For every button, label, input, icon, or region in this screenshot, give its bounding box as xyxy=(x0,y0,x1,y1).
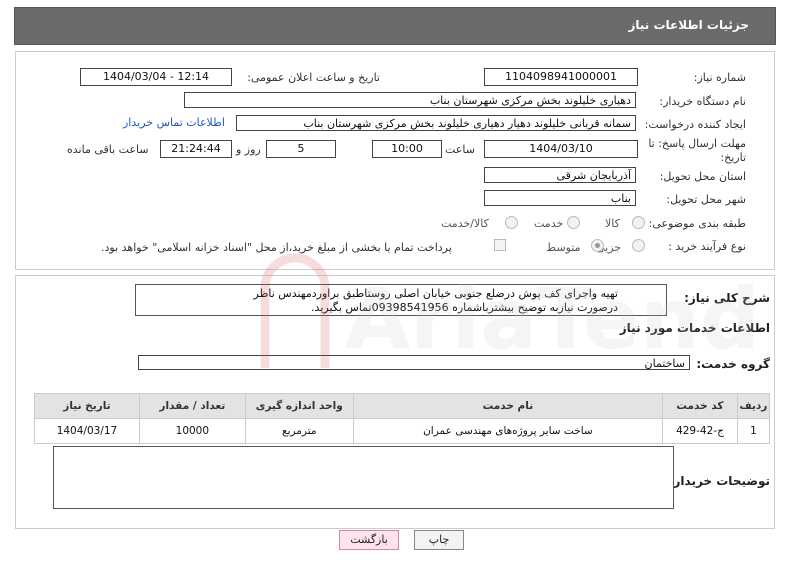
col-need-date: تاریخ نیاز xyxy=(34,393,140,419)
cell-unit: مترمربع xyxy=(244,418,354,444)
cell-service-name: ساخت سایر پروژه‌های مهندسی عمران xyxy=(352,418,664,444)
purchase-minor-radio[interactable] xyxy=(632,239,645,252)
service-group-label: گروه خدمت: xyxy=(696,357,770,371)
creator-label: ایجاد کننده درخواست: xyxy=(644,118,746,131)
col-quantity: تعداد / مقدار xyxy=(138,393,246,419)
services-table: ردیف کد خدمت نام خدمت واحد اندازه گیری ت… xyxy=(34,393,771,444)
announce-label: تاریخ و ساعت اعلان عمومی: xyxy=(247,71,380,84)
category-goods-label: کالا xyxy=(605,217,620,230)
table-header-row: ردیف کد خدمت نام خدمت واحد اندازه گیری ت… xyxy=(34,393,771,419)
cell-need-date: 1404/03/17 xyxy=(34,418,140,444)
buyer-contact-link[interactable]: اطلاعات تماس خریدار xyxy=(123,116,225,129)
category-service-label: خدمت xyxy=(534,217,564,230)
creator-field[interactable]: سمانه قربانی خلیلوند دهیار دهیاری خلیلون… xyxy=(236,115,636,131)
table-row: 1 ج-42-429 ساخت سایر پروژه‌های مهندسی عم… xyxy=(34,418,771,444)
cell-service-code: ج-42-429 xyxy=(662,418,738,444)
province-field[interactable]: آذربایجان شرقی xyxy=(484,167,636,183)
summary-label: شرح کلی نیاز: xyxy=(684,291,770,305)
deadline-time-label: ساعت xyxy=(445,143,475,156)
summary-textarea[interactable]: تهیه واجرای کف پوش درضلع جنوبی خیابان اص… xyxy=(135,284,667,316)
category-label: طبقه بندی موضوعی: xyxy=(648,217,746,230)
summary-line-1: تهیه واجرای کف پوش درضلع جنوبی خیابان اص… xyxy=(253,287,618,300)
back-button[interactable]: بازگشت xyxy=(339,530,399,550)
col-service-name: نام خدمت xyxy=(352,393,664,419)
deadline-days-field[interactable]: 5 xyxy=(266,140,336,158)
summary-line-2: درصورت نیازبه توضیح بیشترباشماره 0939854… xyxy=(311,301,618,314)
print-button[interactable]: چاپ xyxy=(414,530,464,550)
service-group-field[interactable]: ساختمان xyxy=(138,355,690,370)
treasury-payment-checkbox[interactable] xyxy=(494,239,506,251)
buyer-notes-textarea[interactable] xyxy=(53,446,674,509)
remaining-time-field[interactable]: 21:24:44 xyxy=(160,140,232,158)
col-unit: واحد اندازه گیری xyxy=(244,393,354,419)
city-label: شهر محل تحویل: xyxy=(666,193,746,206)
page-header: جزئیات اطلاعات نیاز xyxy=(14,7,776,45)
col-row-number: ردیف xyxy=(736,393,771,419)
buyer-notes-label: توضیحات خریدار: xyxy=(668,474,770,488)
purchase-medium-label: متوسط xyxy=(546,241,581,254)
buyer-org-label: نام دستگاه خریدار: xyxy=(659,95,746,108)
treasury-payment-note: پرداخت تمام یا بخشی از مبلغ خرید،از محل … xyxy=(101,241,452,254)
need-number-field[interactable]: 1104098941000001 xyxy=(484,68,638,86)
remaining-time-label: ساعت باقی مانده xyxy=(67,143,149,156)
province-label: استان محل تحویل: xyxy=(659,170,746,183)
deadline-label: مهلت ارسال پاسخ: تا xyxy=(648,137,746,150)
buyer-org-field[interactable]: دهیاری خلیلوند بخش مرکزی شهرستان بناب xyxy=(184,92,636,108)
deadline-days-label: روز و xyxy=(236,143,261,156)
category-goods-service-label: کالا/خدمت xyxy=(441,217,489,230)
announce-field[interactable]: 1404/03/04 - 12:14 xyxy=(80,68,232,86)
services-section-title: اطلاعات خدمات مورد نیاز xyxy=(619,321,770,335)
col-service-code: کد خدمت xyxy=(662,393,738,419)
purchase-type-label: نوع فرآیند خرید : xyxy=(668,240,746,253)
cell-row-number: 1 xyxy=(736,418,771,444)
category-goods-service-radio[interactable] xyxy=(505,216,518,229)
page-title: جزئیات اطلاعات نیاز xyxy=(628,18,749,32)
need-number-label: شماره نیاز: xyxy=(693,71,746,84)
deadline-date-field[interactable]: 1404/03/10 xyxy=(484,140,638,158)
purchase-medium-radio[interactable] xyxy=(591,239,604,252)
category-goods-radio[interactable] xyxy=(632,216,645,229)
city-field[interactable]: بناب xyxy=(484,190,636,206)
cell-quantity: 10000 xyxy=(138,418,246,444)
category-service-radio[interactable] xyxy=(567,216,580,229)
deadline-label-date: تاریخ: xyxy=(720,151,746,164)
deadline-time-field[interactable]: 10:00 xyxy=(372,140,442,158)
